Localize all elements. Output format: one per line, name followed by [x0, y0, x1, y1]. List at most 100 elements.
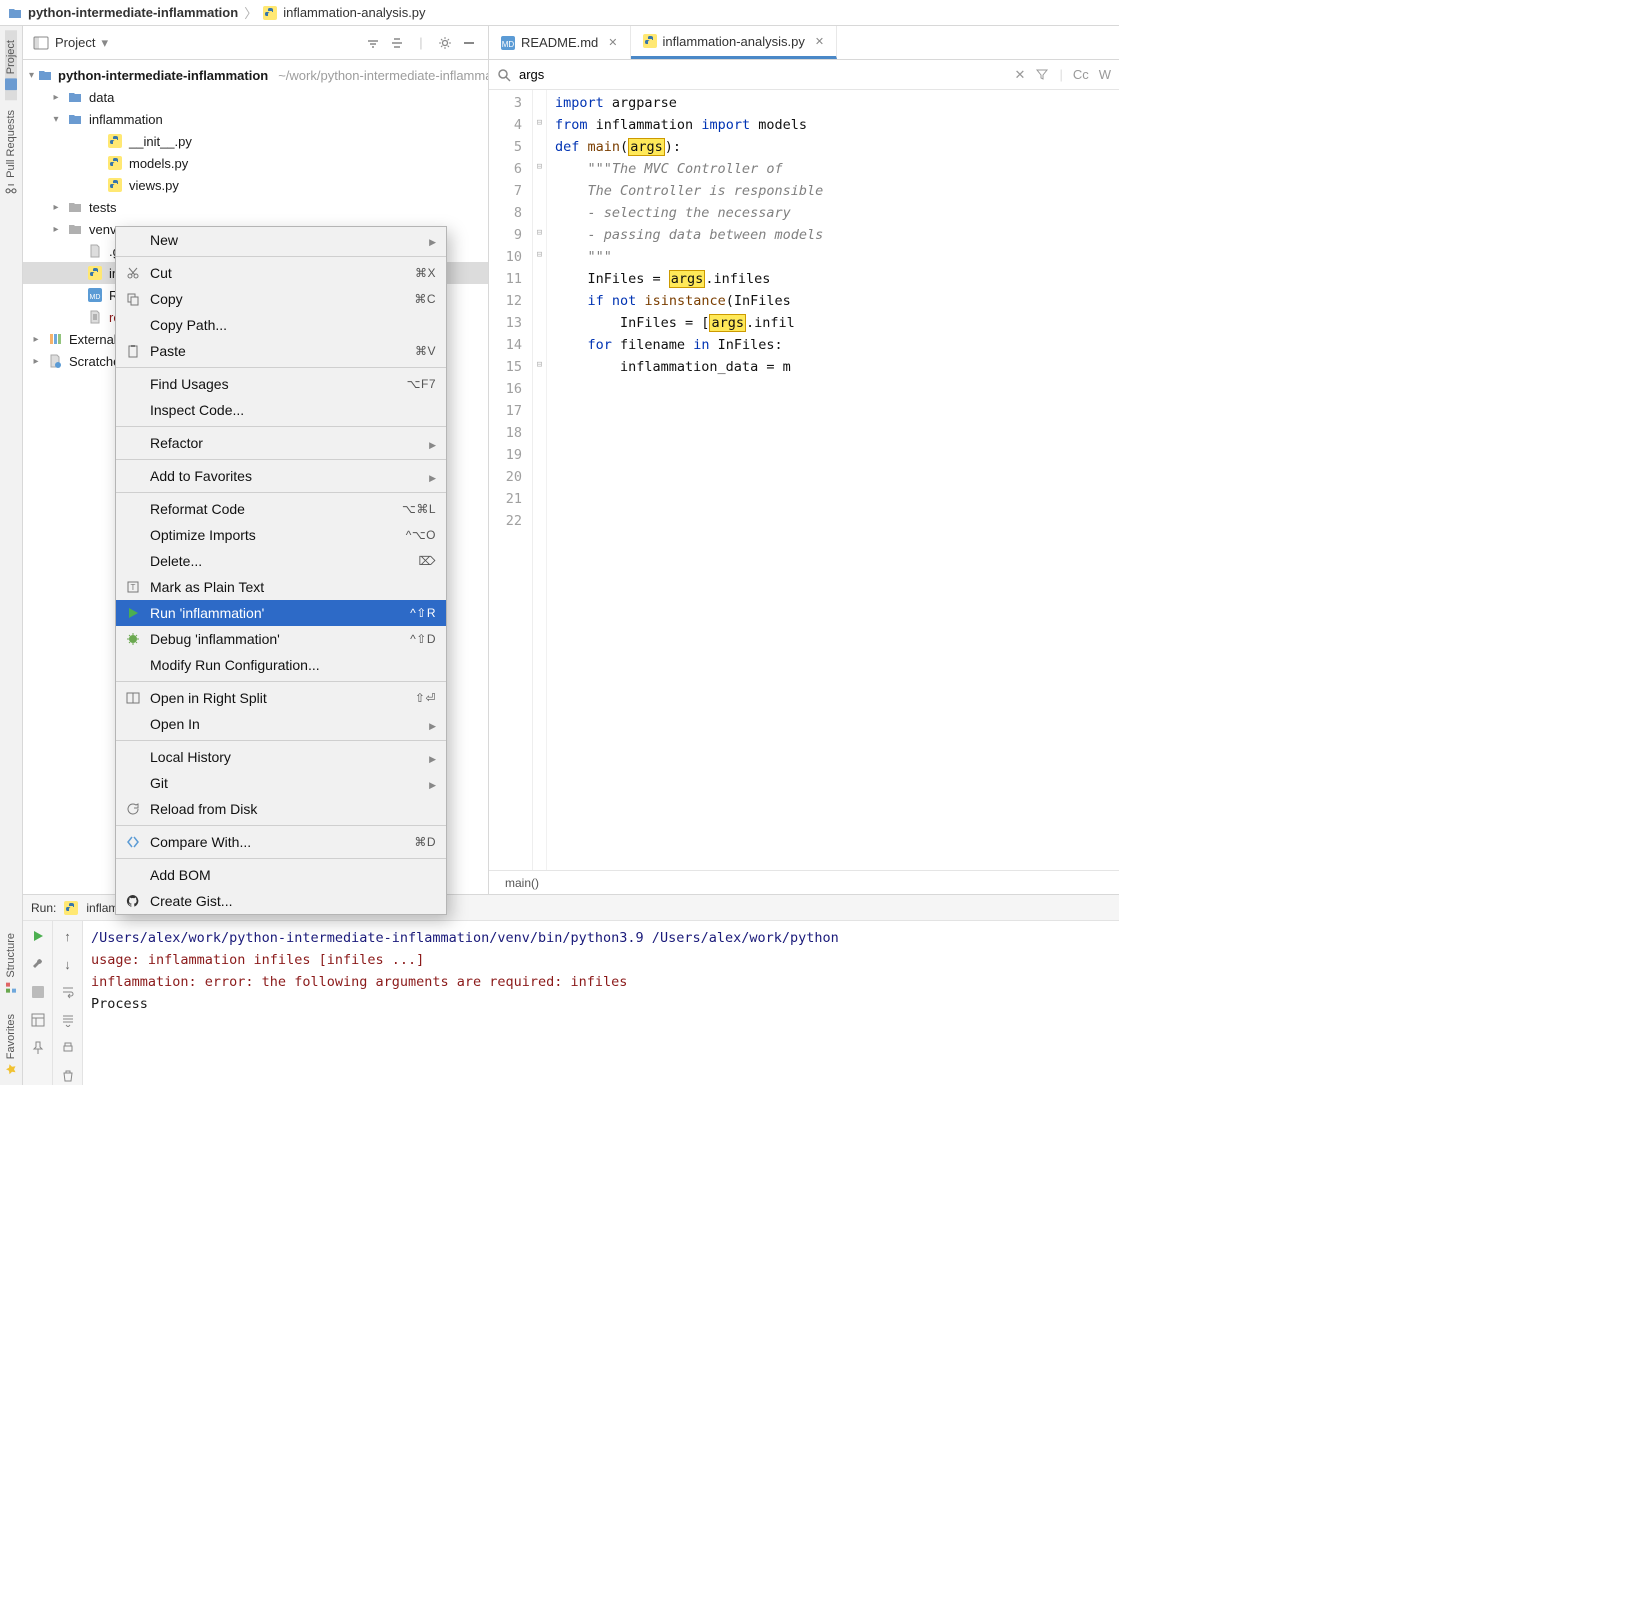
line-gutter[interactable]: 345678910111213141516171819202122	[489, 90, 533, 870]
tool-favorites[interactable]: Favorites	[5, 1004, 17, 1085]
menu-item[interactable]: Copy⌘C	[116, 286, 446, 312]
tree-item[interactable]: ▸tests	[23, 196, 488, 218]
node-icon	[87, 265, 103, 281]
menu-item[interactable]: Open In	[116, 711, 446, 737]
menu-item[interactable]: Delete... ⌦	[116, 548, 446, 574]
split-icon	[124, 691, 142, 705]
expand-all-icon[interactable]	[388, 34, 406, 52]
submenu-arrow-icon	[429, 468, 436, 484]
tree-item[interactable]: models.py	[23, 152, 488, 174]
node-icon	[67, 111, 83, 127]
menu-label: Copy	[150, 291, 406, 307]
python-file-icon	[64, 901, 78, 915]
stop-icon[interactable]	[29, 983, 47, 1001]
rerun-icon[interactable]	[29, 927, 47, 945]
console-output[interactable]: /Users/alex/work/python-intermediate-inf…	[83, 921, 1119, 1085]
menu-item[interactable]: Compare With...⌘D	[116, 829, 446, 855]
tool-project[interactable]: Project	[5, 30, 17, 100]
menu-shortcut: ⌥F7	[407, 377, 436, 391]
menu-shortcut: ⌦	[419, 554, 436, 568]
up-icon[interactable]: ↑	[59, 927, 77, 945]
menu-label: Reload from Disk	[150, 801, 436, 817]
menu-item[interactable]: Cut⌘X	[116, 260, 446, 286]
editor-tab[interactable]: inflammation-analysis.py ✕	[631, 26, 838, 59]
close-icon[interactable]: ✕	[815, 35, 824, 48]
select-opened-icon[interactable]	[364, 34, 382, 52]
menu-item[interactable]: Local History	[116, 744, 446, 770]
scroll-to-end-icon[interactable]	[59, 1011, 77, 1029]
menu-shortcut: ⌘D	[414, 835, 436, 849]
menu-item[interactable]: Add to Favorites	[116, 463, 446, 489]
tree-item[interactable]: ▸data	[23, 86, 488, 108]
node-icon	[67, 221, 83, 237]
soft-wrap-icon[interactable]	[59, 983, 77, 1001]
menu-label: Open in Right Split	[150, 690, 407, 706]
breadcrumb-root[interactable]: python-intermediate-inflammation	[28, 5, 238, 20]
print-icon[interactable]	[59, 1039, 77, 1057]
tree-item[interactable]: __init__.py	[23, 130, 488, 152]
chevron-down-icon[interactable]: ▾	[101, 35, 108, 51]
menu-item[interactable]: Create Gist...	[116, 888, 446, 914]
menu-label: Paste	[150, 343, 407, 359]
filter-icon[interactable]	[1035, 67, 1049, 83]
menu-label: Refactor	[150, 435, 421, 451]
match-word[interactable]: W	[1099, 67, 1111, 83]
tree-root[interactable]: ▾python-intermediate-inflammation~/work/…	[23, 64, 488, 86]
run-toolwindow: Run: inflammation ↑ ↓	[23, 894, 1119, 1085]
menu-item[interactable]: Refactor	[116, 430, 446, 456]
menu-item[interactable]: Optimize Imports^⌥O	[116, 522, 446, 548]
wrench-icon[interactable]	[29, 955, 47, 973]
submenu-arrow-icon	[429, 232, 436, 248]
tab-label: inflammation-analysis.py	[663, 34, 805, 49]
tool-pull-requests[interactable]: Pull Requests	[5, 100, 17, 204]
menu-item[interactable]: New	[116, 227, 446, 253]
down-icon[interactable]: ↓	[59, 955, 77, 973]
menu-shortcut: ^⇧D	[410, 632, 436, 646]
menu-item[interactable]: Modify Run Configuration...	[116, 652, 446, 678]
menu-item[interactable]: Inspect Code...	[116, 397, 446, 423]
svg-text:MD: MD	[90, 294, 101, 301]
menu-item[interactable]: TMark as Plain Text	[116, 574, 446, 600]
code-area[interactable]: import argparsefrom inflammation import …	[547, 90, 1119, 870]
find-input[interactable]	[519, 67, 1007, 82]
menu-item[interactable]: Copy Path...	[116, 312, 446, 338]
tree-item[interactable]: ▾inflammation	[23, 108, 488, 130]
folder-icon	[38, 67, 52, 83]
menu-label: Delete...	[150, 553, 411, 569]
breadcrumb-sep: 〉	[244, 3, 257, 22]
editor-breadcrumb[interactable]: main()	[489, 870, 1119, 894]
breadcrumb-file[interactable]: inflammation-analysis.py	[283, 5, 425, 20]
layout-icon[interactable]	[29, 1011, 47, 1029]
match-case[interactable]: Cc	[1073, 67, 1089, 83]
gear-icon[interactable]	[436, 34, 454, 52]
tree-item[interactable]: views.py	[23, 174, 488, 196]
node-icon: MD	[87, 287, 103, 303]
menu-label: Inspect Code...	[150, 402, 436, 418]
menu-item[interactable]: Open in Right Split⇧⏎	[116, 685, 446, 711]
context-menu[interactable]: New Cut⌘XCopy⌘CCopy Path...Paste⌘V Find Us…	[115, 226, 447, 915]
menu-item[interactable]: Paste⌘V	[116, 338, 446, 364]
editor-pane: ✕ | Cc W 3456789101112131415161718192021…	[489, 60, 1119, 894]
menu-item[interactable]: Git	[116, 770, 446, 796]
close-icon[interactable]: ✕	[608, 36, 617, 49]
menu-shortcut: ⌘X	[415, 266, 436, 280]
tool-structure[interactable]: Structure	[5, 923, 17, 1004]
menu-item[interactable]: Add BOM	[116, 862, 446, 888]
menu-item[interactable]: Reload from Disk	[116, 796, 446, 822]
menu-item[interactable]: Reformat Code⌥⌘L	[116, 496, 446, 522]
menu-item[interactable]: Run 'inflammation'^⇧R	[116, 600, 446, 626]
menu-label: Optimize Imports	[150, 527, 398, 543]
hide-icon[interactable]	[460, 34, 478, 52]
compare-icon	[124, 835, 142, 849]
pin-icon[interactable]	[29, 1039, 47, 1057]
menu-item[interactable]: Debug 'inflammation' ^⇧D	[116, 626, 446, 652]
menu-item[interactable]: Find Usages⌥F7	[116, 371, 446, 397]
menu-label: Debug 'inflammation'	[150, 631, 402, 647]
submenu-arrow-icon	[429, 749, 436, 765]
fold-column[interactable]: ⊟⊟⊟⊟⊟	[533, 90, 547, 870]
clear-icon[interactable]: ✕	[1015, 67, 1026, 83]
trash-icon[interactable]	[59, 1067, 77, 1085]
editor-tab[interactable]: MDREADME.md✕	[489, 26, 631, 59]
project-title[interactable]: Project	[55, 35, 95, 50]
editor-tabs: MDREADME.md✕ inflammation-analysis.py ✕	[489, 26, 1119, 59]
